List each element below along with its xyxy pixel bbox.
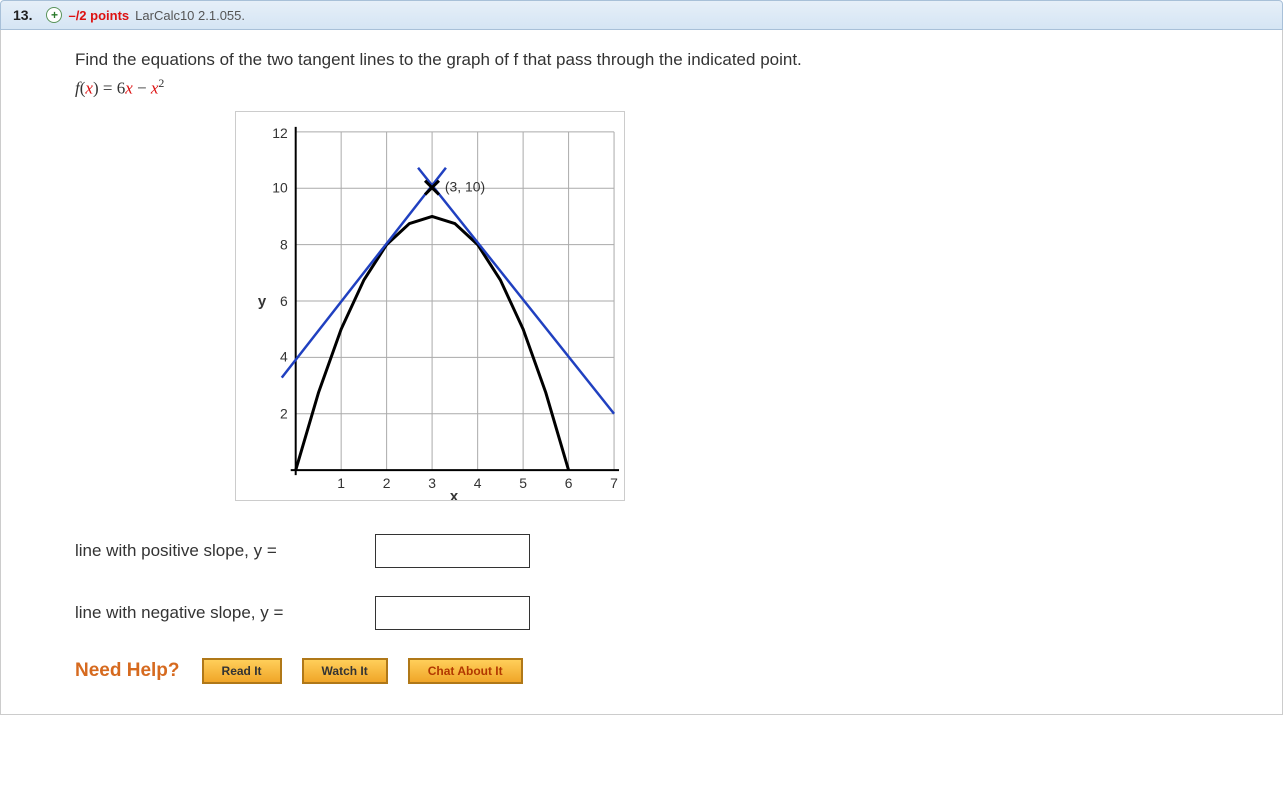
x-axis-label: x xyxy=(450,488,459,501)
neg-label-text: line with negative slope, y = xyxy=(75,603,283,622)
question-header: 13. + –/2 points LarCalc10 2.1.055. xyxy=(0,0,1283,30)
func-var-x2: x xyxy=(125,79,133,98)
func-var-x1: x xyxy=(85,79,93,98)
need-help-label: Need Help? xyxy=(75,660,180,682)
svg-text:4: 4 xyxy=(474,475,482,491)
svg-text:5: 5 xyxy=(519,475,527,491)
y-tick-labels: 2 4 6 8 10 12 xyxy=(272,125,288,422)
tangent-line-negative xyxy=(418,167,614,413)
answer-positive-row: line with positive slope, y = xyxy=(75,534,1254,568)
lesson-id: LarCalc10 2.1.055. xyxy=(135,8,245,23)
negative-slope-input[interactable] xyxy=(375,596,530,630)
chat-about-it-button[interactable]: Chat About It xyxy=(408,658,523,684)
points-display: –/2 points xyxy=(68,8,129,23)
answer-positive-label: line with positive slope, y = xyxy=(75,541,375,561)
svg-text:2: 2 xyxy=(383,475,391,491)
chart-wrapper: (3, 10) 2 4 6 8 10 12 1 2 3 4 5 6 xyxy=(235,111,1254,504)
help-row: Need Help? Read It Watch It Chat About I… xyxy=(75,658,1254,684)
pos-label-text: line with positive slope, y = xyxy=(75,541,277,560)
watch-it-button[interactable]: Watch It xyxy=(302,658,388,684)
y-axis-label: y xyxy=(258,293,267,310)
positive-slope-input[interactable] xyxy=(375,534,530,568)
svg-text:10: 10 xyxy=(272,179,288,195)
point-label: (3, 10) xyxy=(445,178,485,194)
svg-text:6: 6 xyxy=(565,475,573,491)
func-eq: ) = 6 xyxy=(93,79,125,98)
question-container: 13. + –/2 points LarCalc10 2.1.055. Find… xyxy=(0,0,1283,715)
answer-negative-row: line with negative slope, y = xyxy=(75,596,1254,630)
tangent-line-positive xyxy=(282,167,446,377)
func-minus: − xyxy=(133,79,151,98)
svg-text:8: 8 xyxy=(280,236,288,252)
svg-text:2: 2 xyxy=(280,405,288,421)
read-it-button[interactable]: Read It xyxy=(202,658,282,684)
svg-text:3: 3 xyxy=(428,475,436,491)
x-tick-labels: 1 2 3 4 5 6 7 xyxy=(337,475,618,491)
function-definition: f(x) = 6x − x2 xyxy=(75,76,1254,99)
svg-text:1: 1 xyxy=(337,475,345,491)
func-exp: 2 xyxy=(158,76,164,90)
svg-text:4: 4 xyxy=(280,348,288,364)
question-prompt: Find the equations of the two tangent li… xyxy=(75,50,1254,70)
svg-text:12: 12 xyxy=(272,125,288,141)
expand-icon[interactable]: + xyxy=(46,7,62,23)
svg-text:7: 7 xyxy=(610,475,618,491)
prompt-text: Find the equations of the two tangent li… xyxy=(75,50,802,69)
question-body: Find the equations of the two tangent li… xyxy=(0,30,1283,715)
question-number: 13. xyxy=(13,7,32,23)
graph: (3, 10) 2 4 6 8 10 12 1 2 3 4 5 6 xyxy=(235,111,625,501)
answer-negative-label: line with negative slope, y = xyxy=(75,603,375,623)
svg-text:6: 6 xyxy=(280,293,288,309)
